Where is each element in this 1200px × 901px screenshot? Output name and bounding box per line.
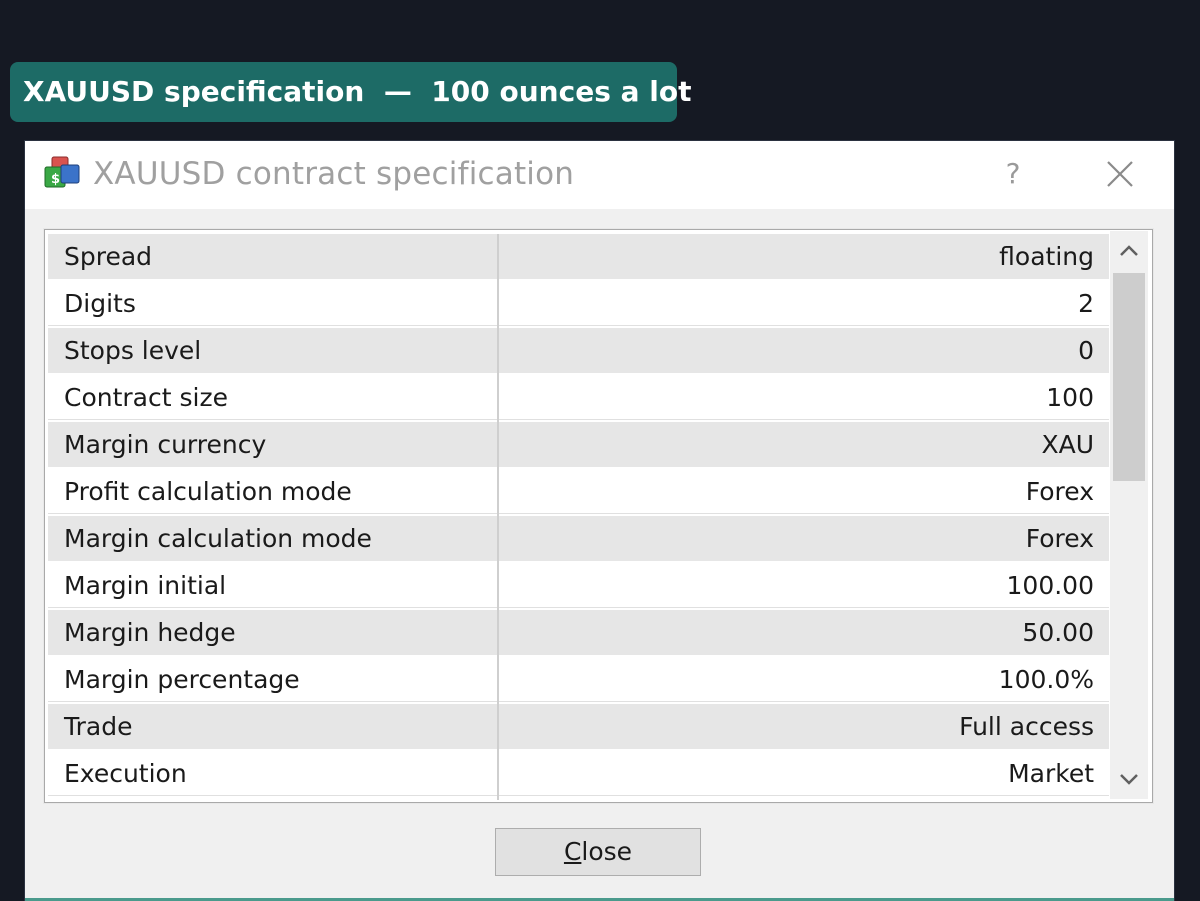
spec-name-cell: Margin initial	[48, 563, 497, 608]
spec-value-cell: floating	[499, 234, 1109, 279]
spec-name-cell: Execution	[48, 751, 497, 796]
dialog-title: XAUUSD contract specification	[93, 156, 575, 192]
scrollbar-thumb[interactable]	[1113, 273, 1145, 481]
spec-name-cell: Margin percentage	[48, 657, 497, 702]
table-row[interactable]: Contract size 100	[48, 375, 1109, 422]
spec-name-cell: Margin calculation mode	[48, 516, 497, 561]
svg-text:$: $	[51, 172, 60, 187]
spec-value-cell: Market	[499, 751, 1109, 796]
vertical-scrollbar[interactable]	[1110, 231, 1148, 799]
spec-value-cell: Full access	[499, 704, 1109, 749]
spec-name-cell: Digits	[48, 281, 497, 326]
spec-name-cell: Margin hedge	[48, 610, 497, 655]
table-row[interactable]: Digits 2	[48, 281, 1109, 328]
spec-name-cell: Contract size	[48, 375, 497, 420]
dialog-titlebar: $ XAUUSD contract specification ?	[25, 141, 1174, 209]
close-button-label: lose	[581, 837, 633, 866]
symbol-spec-icon: $	[44, 156, 80, 188]
spec-rows: Spread floating Digits 2 Stops level 0 Contrac…	[48, 234, 1109, 798]
close-icon[interactable]	[1095, 149, 1145, 199]
spec-name-cell: Spread	[48, 234, 497, 279]
table-row[interactable]: Margin hedge 50.00	[48, 610, 1109, 657]
spec-name-cell: Profit calculation mode	[48, 469, 497, 514]
close-button-mnemonic: C	[563, 837, 582, 866]
spec-value-cell: Forex	[499, 469, 1109, 514]
spec-value-cell: 0	[499, 328, 1109, 373]
table-row[interactable]: Margin currency XAU	[48, 422, 1109, 469]
spec-value-cell: 100.0%	[499, 657, 1109, 702]
table-row[interactable]: Execution Market	[48, 751, 1109, 798]
close-button[interactable]: Close	[495, 828, 701, 876]
spec-value-cell: 100.00	[499, 563, 1109, 608]
table-row[interactable]: Trade Full access	[48, 704, 1109, 751]
help-button[interactable]: ?	[991, 149, 1035, 199]
table-row[interactable]: Margin calculation mode Forex	[48, 516, 1109, 563]
spec-name-cell: Stops level	[48, 328, 497, 373]
table-row[interactable]: Stops level 0	[48, 328, 1109, 375]
table-row[interactable]: Profit calculation mode Forex	[48, 469, 1109, 516]
spec-name-cell: Trade	[48, 704, 497, 749]
chevron-down-icon[interactable]	[1110, 757, 1148, 799]
table-row[interactable]: Margin initial 100.00	[48, 563, 1109, 610]
spec-name-cell: Margin currency	[48, 422, 497, 467]
chevron-up-icon[interactable]	[1110, 231, 1148, 273]
spec-value-cell: Forex	[499, 516, 1109, 561]
spec-value-cell: 50.00	[499, 610, 1109, 655]
table-row[interactable]: Margin percentage 100.0%	[48, 657, 1109, 704]
spec-value-cell: 100	[499, 375, 1109, 420]
table-row[interactable]: Spread floating	[48, 234, 1109, 281]
spec-value-cell: 2	[499, 281, 1109, 326]
contract-spec-dialog: $ XAUUSD contract specification ? Spread…	[25, 141, 1174, 901]
column-divider	[497, 234, 499, 800]
header-banner: XAUUSD specification — 100 ounces a lot	[10, 62, 691, 122]
spec-value-cell: XAU	[499, 422, 1109, 467]
spec-table: Spread floating Digits 2 Stops level 0 Contrac…	[44, 229, 1153, 803]
